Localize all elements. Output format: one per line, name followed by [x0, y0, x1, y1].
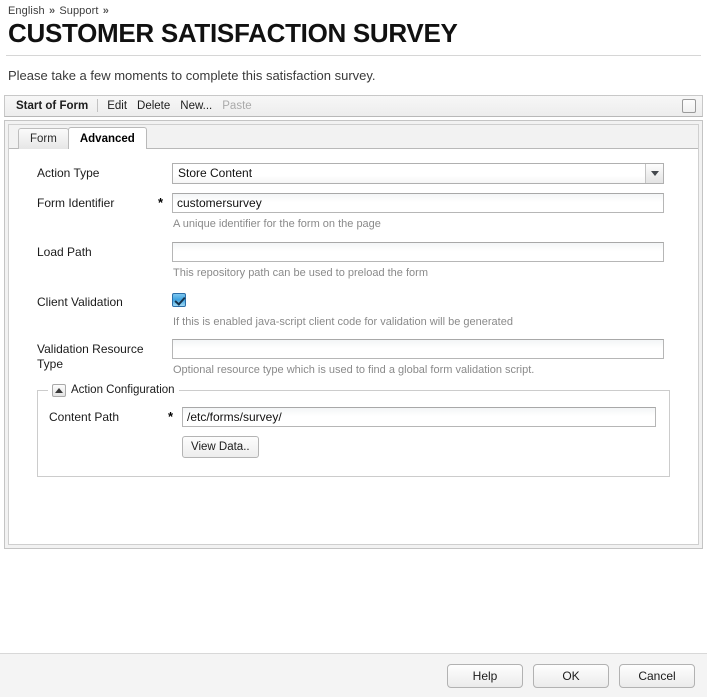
toolbar-new-button[interactable]: New...: [175, 100, 217, 112]
field-row-content-path: Content Path * View Data..: [38, 406, 669, 458]
content-path-required-marker: *: [168, 408, 174, 424]
tab-panel-advanced: Action Type Store Content Form Identifie…: [9, 148, 698, 544]
validation-resource-type-label: Validation Resource Type: [37, 341, 144, 371]
toolbar-delete-button[interactable]: Delete: [132, 100, 175, 112]
tab-strip: Form Advanced: [9, 124, 698, 149]
validation-resource-type-required-spacer: [158, 339, 172, 343]
toolbar-start-of-form-label: Start of Form: [16, 99, 89, 112]
ok-button[interactable]: OK: [533, 663, 609, 688]
help-button[interactable]: Help: [447, 663, 523, 688]
load-path-required-spacer: [158, 242, 172, 246]
load-path-label: Load Path: [37, 244, 92, 259]
action-configuration-legend-text: Action Configuration: [71, 384, 175, 397]
field-row-validation-resource-type: Validation Resource Type Optional resour…: [9, 338, 698, 376]
client-validation-required-spacer: [158, 292, 172, 296]
page-intro-text: Please take a few moments to complete th…: [8, 67, 376, 83]
client-validation-checkbox[interactable]: [172, 292, 186, 307]
collapse-toggle-button[interactable]: [52, 383, 66, 397]
validation-resource-type-help: Optional resource type which is used to …: [173, 363, 535, 376]
action-configuration-legend: Action Configuration: [48, 382, 179, 398]
form-identifier-required-marker: *: [158, 194, 164, 210]
toolbar-edit-button[interactable]: Edit: [102, 100, 132, 112]
action-type-required-spacer: [158, 163, 172, 167]
client-validation-label: Client Validation: [37, 294, 123, 309]
validation-resource-type-input[interactable]: [172, 338, 664, 359]
view-data-button[interactable]: View Data..: [182, 435, 259, 458]
field-row-load-path: Load Path This repository path can be us…: [9, 241, 698, 279]
form-identifier-input[interactable]: [172, 192, 664, 213]
action-type-label: Action Type: [37, 165, 100, 180]
content-path-input[interactable]: [182, 406, 656, 427]
tab-form[interactable]: Form: [18, 127, 69, 149]
field-row-form-identifier: Form Identifier * A unique identifier fo…: [9, 192, 698, 230]
action-configuration-fieldset: Action Configuration Content Path * View…: [37, 382, 670, 477]
action-type-selected-value: Store Content: [172, 162, 664, 184]
toolbar-select-checkbox[interactable]: [682, 98, 696, 113]
load-path-help: This repository path can be used to prel…: [173, 266, 428, 279]
toolbar-divider: [97, 99, 99, 113]
field-row-action-type: Action Type Store Content: [9, 162, 698, 184]
load-path-input[interactable]: [172, 241, 664, 262]
breadcrumb: English » Support »: [0, 0, 707, 19]
dialog-panel-inner: Form Advanced Action Type Store Content: [8, 123, 699, 545]
form-toolbar: Start of Form Edit Delete New... Paste: [4, 94, 703, 117]
dialog-footer: Help OK Cancel: [0, 653, 707, 697]
chevron-down-icon: [650, 170, 659, 176]
tab-advanced[interactable]: Advanced: [67, 126, 147, 149]
form-identifier-label: Form Identifier: [37, 195, 115, 210]
dialog-panel: Form Advanced Action Type Store Content: [4, 119, 703, 549]
toolbar-paste-button: Paste: [222, 99, 252, 112]
cancel-button[interactable]: Cancel: [619, 663, 695, 688]
breadcrumb-separator-icon: »: [102, 5, 109, 17]
field-row-client-validation: Client Validation If this is enabled jav…: [9, 292, 698, 328]
breadcrumb-item-english[interactable]: English: [8, 5, 45, 17]
breadcrumb-separator-icon: »: [48, 5, 56, 17]
form-identifier-help: A unique identifier for the form on the …: [173, 217, 381, 230]
client-validation-help: If this is enabled java-script client co…: [173, 315, 513, 328]
content-path-label: Content Path: [49, 409, 120, 424]
page-title: CUSTOMER SATISFACTION SURVEY: [8, 18, 458, 48]
breadcrumb-item-support[interactable]: Support: [59, 5, 98, 17]
caret-up-icon: [55, 387, 63, 393]
action-type-select[interactable]: Store Content: [172, 162, 664, 184]
action-type-dropdown-button[interactable]: [645, 163, 663, 183]
